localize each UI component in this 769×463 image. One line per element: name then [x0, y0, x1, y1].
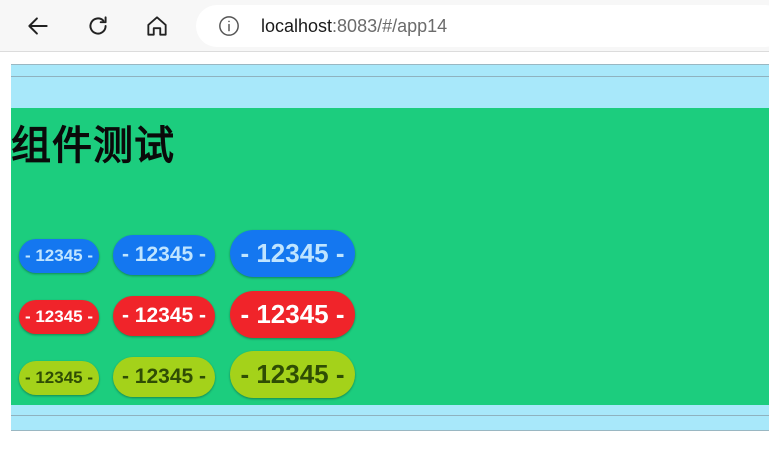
lime-large-button[interactable]: - 12345 - — [230, 351, 355, 398]
url-text[interactable]: localhost:8083/#/app14 — [261, 16, 447, 36]
blue-small-button[interactable]: - 12345 - — [19, 239, 99, 273]
url-host: localhost — [261, 16, 333, 36]
blue-large-button[interactable]: - 12345 - — [230, 230, 355, 277]
home-icon — [147, 16, 167, 36]
back-button[interactable] — [20, 8, 56, 44]
page-top-strip — [11, 64, 769, 108]
browser-toolbar: localhost:8083/#/app14 — [0, 0, 769, 52]
blue-medium-button[interactable]: - 12345 - — [113, 235, 215, 275]
back-arrow-icon — [28, 17, 48, 35]
page-bottom-strip — [11, 405, 769, 431]
reload-icon — [89, 16, 107, 35]
home-button[interactable] — [139, 8, 175, 44]
divider — [11, 415, 769, 416]
red-small-button[interactable]: - 12345 - — [19, 300, 99, 334]
url-path: :8083/#/app14 — [332, 16, 448, 36]
divider — [11, 76, 769, 77]
address-bar[interactable]: localhost:8083/#/app14 — [196, 5, 769, 47]
lime-medium-button[interactable]: - 12345 - — [113, 357, 215, 397]
page-title: 组件测试 — [11, 123, 175, 169]
info-icon[interactable] — [218, 15, 240, 37]
lime-small-button[interactable]: - 12345 - — [19, 361, 99, 395]
reload-button[interactable] — [80, 8, 116, 44]
red-medium-button[interactable]: - 12345 - — [113, 296, 215, 336]
red-large-button[interactable]: - 12345 - — [230, 291, 355, 338]
divider — [11, 430, 769, 431]
